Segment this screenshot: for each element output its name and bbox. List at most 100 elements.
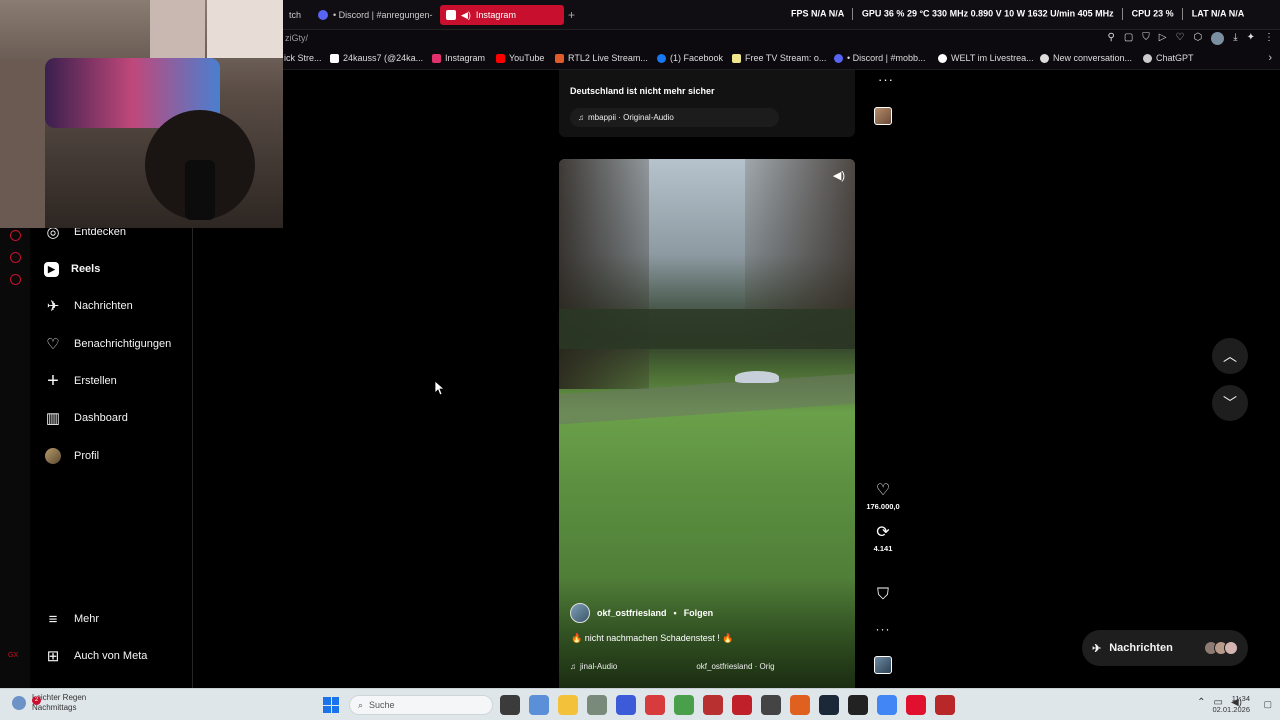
download-icon[interactable]: ⤓ <box>1233 32 1237 45</box>
sidebar-item-profile[interactable]: Profil <box>44 446 99 466</box>
next-reel-button[interactable]: ﹀ <box>1212 385 1248 421</box>
task-view-icon[interactable] <box>500 695 520 715</box>
like-button[interactable]: ♡ 176.000,0 <box>862 481 904 511</box>
sidebar-item-dashboard[interactable]: ▥ Dashboard <box>44 408 128 428</box>
facebook-icon <box>657 53 666 63</box>
bookmark-item[interactable]: YouTube <box>496 53 544 63</box>
tab-discord[interactable]: • Discord | #anregungen- <box>312 5 436 25</box>
epic-games-icon[interactable] <box>848 695 868 715</box>
sidebar-item-label: Profil <box>74 450 100 462</box>
sidebar-item-create[interactable]: + Erstellen <box>44 370 117 392</box>
snapshot-icon[interactable]: ▢ <box>1124 32 1133 45</box>
file-explorer-icon[interactable] <box>558 695 578 715</box>
record-app-icon[interactable] <box>732 695 752 715</box>
mouse-app-icon[interactable] <box>587 695 607 715</box>
cpu-stats: CPU 23 % <box>1131 8 1174 19</box>
chevron-right-icon[interactable]: › <box>1268 52 1272 64</box>
taskbar-search[interactable]: ⌕ Suche <box>349 695 493 715</box>
clock-icon[interactable] <box>10 230 21 241</box>
tv-icon <box>732 53 741 63</box>
taskbar-clock[interactable]: 11:34 02.01.2026 <box>1212 693 1250 715</box>
settings-icon[interactable] <box>10 274 21 285</box>
sidebar-item-label: Reels <box>71 263 101 275</box>
bookmark-item[interactable]: ick Stre... <box>284 53 322 63</box>
reel-audio-link[interactable]: ♫ mbappii · Original-Audio <box>570 108 779 127</box>
bookmark-item[interactable]: WELT im Livestrea... <box>938 53 1034 63</box>
repost-button[interactable]: ⟳ 4.141 <box>862 523 904 553</box>
previous-reel-button[interactable]: ︿ <box>1212 338 1248 374</box>
extensions-icon[interactable]: ⬡ <box>1193 32 1202 45</box>
windows-taskbar: 2 Leichter Regen Nachmittags ⌕ Suche ⌃ ▭… <box>0 688 1280 720</box>
audio-thumbnail[interactable] <box>874 107 892 125</box>
reel-video[interactable]: ◀) okf_ostfriesland • Folgen 🔥 nicht nac… <box>559 159 855 688</box>
sidebar-app-icon[interactable] <box>10 252 21 263</box>
reel-caption: Deutschland ist nicht mehr sicher <box>570 86 715 96</box>
taskbar-apps <box>500 695 955 715</box>
sidebar-item-more[interactable]: ≡ Mehr <box>44 609 99 629</box>
bookmark-label: • Discord | #mobb... <box>847 53 926 63</box>
sidebar-item-notifications[interactable]: ♡ Benachrichtigungen <box>44 334 171 354</box>
bookmark-item[interactable]: Free TV Stream: o... <box>732 53 826 63</box>
bookmark-item[interactable]: New conversation... <box>1040 53 1132 63</box>
audio-thumbnail[interactable] <box>874 656 892 674</box>
more-options-button[interactable]: ··· <box>862 619 904 639</box>
bookmark-label: ChatGPT <box>1156 53 1194 63</box>
reel-caption[interactable]: 🔥 nicht nachmachen Schadenstest ! 🔥 <box>571 633 734 644</box>
author-name[interactable]: okf_ostfriesland <box>597 608 667 618</box>
calculator-icon[interactable] <box>529 695 549 715</box>
bookmark-item[interactable]: RTL2 Live Stream... <box>555 53 648 63</box>
chevron-up-icon[interactable]: ⌃ <box>1197 697 1205 708</box>
obs-icon[interactable] <box>761 695 781 715</box>
menu-icon[interactable]: ⋮ <box>1264 32 1274 45</box>
stack-app-icon[interactable] <box>674 695 694 715</box>
bookmark-item[interactable]: ChatGPT <box>1143 53 1194 63</box>
bookmark-icon: ⛉ <box>876 586 889 603</box>
bookmark-item[interactable]: Instagram <box>432 53 485 63</box>
avatar[interactable] <box>570 603 590 623</box>
more-options-icon[interactable]: ··· <box>878 72 894 87</box>
heart-icon: ♡ <box>46 336 60 353</box>
profile-avatar[interactable] <box>1211 32 1225 45</box>
messages-label: Nachrichten <box>1109 642 1173 654</box>
ticket-app-icon[interactable] <box>703 695 723 715</box>
sidebar-item-reels[interactable]: ▶ Reels <box>44 259 100 279</box>
bookmark-item[interactable]: • Discord | #mobb... <box>834 53 926 63</box>
steam-icon[interactable] <box>819 695 839 715</box>
bookmark-item[interactable]: (1) Facebook <box>657 53 723 63</box>
youtube-icon <box>496 53 505 63</box>
bookmark-label: YouTube <box>509 53 545 63</box>
sidebar-item-messages[interactable]: ✈ Nachrichten <box>44 296 133 316</box>
v-app-icon[interactable] <box>616 695 636 715</box>
shield-icon[interactable]: ⛉ <box>1142 32 1150 45</box>
instagram-icon <box>446 10 456 20</box>
weather-widget[interactable]: 2 Leichter Regen Nachmittags <box>12 693 86 713</box>
heart-icon: ♡ <box>875 482 891 499</box>
sidebar-item-also-from-meta[interactable]: ⊞ Auch von Meta <box>44 646 148 666</box>
pin-icon[interactable]: ⚲ <box>1108 32 1115 45</box>
new-tab-button[interactable]: + <box>568 8 575 22</box>
red-app-icon[interactable] <box>645 695 665 715</box>
speaker-icon[interactable]: ◀) <box>833 169 845 182</box>
music-note-icon: ♫ <box>570 661 576 671</box>
firefox-icon[interactable] <box>790 695 810 715</box>
repost-icon: ⟳ <box>876 524 890 541</box>
perf-overlay: FPS N/A N/A GPU 36 % 29 °C 330 MHz 0.890… <box>791 8 1244 20</box>
instagram-icon <box>432 53 441 63</box>
app-icon[interactable] <box>935 695 955 715</box>
heart-icon[interactable]: ♡ <box>1175 32 1184 45</box>
bookmark-item[interactable]: 24kauss7 (@24ka... <box>330 53 423 63</box>
messages-button[interactable]: ✈ Nachrichten <box>1082 630 1248 666</box>
save-button[interactable]: ⛉ <box>862 585 904 605</box>
previous-reel-card[interactable]: Deutschland ist nicht mehr sicher ♫ mbap… <box>559 70 855 137</box>
windows-start-icon[interactable] <box>323 697 339 713</box>
follow-button[interactable]: Folgen <box>684 608 714 618</box>
play-icon[interactable]: ▷ <box>1159 32 1167 45</box>
notification-icon[interactable]: ▢ <box>1263 699 1272 710</box>
reel-audio-link[interactable]: ♫ jinal-Audio okf_ostfriesland · Orig <box>570 658 850 674</box>
chrome-icon[interactable] <box>877 695 897 715</box>
opera-gx-icon[interactable] <box>906 695 926 715</box>
tiktok-icon <box>330 53 339 63</box>
tab-instagram[interactable]: ◀) Instagram <box>440 5 564 25</box>
tab-twitch[interactable]: tch <box>283 5 313 25</box>
ai-icon[interactable]: ✦ <box>1247 32 1255 45</box>
